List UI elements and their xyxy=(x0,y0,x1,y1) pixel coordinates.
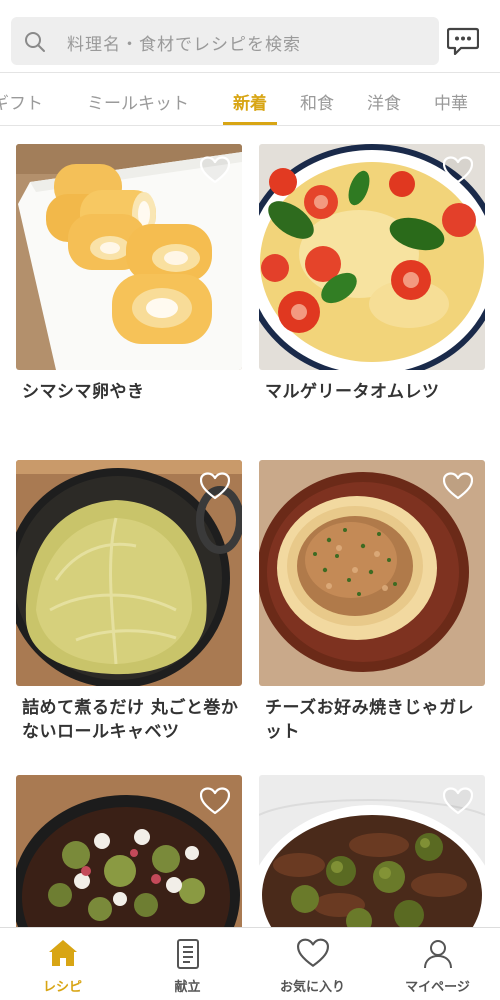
home-icon xyxy=(49,940,77,966)
favorite-heart-icon[interactable] xyxy=(443,787,473,815)
nav-mypage[interactable]: マイページ xyxy=(375,928,500,1000)
nav-favorites[interactable]: お気に入り xyxy=(250,928,375,1000)
recipe-image[interactable] xyxy=(259,460,485,686)
tab-japanese[interactable]: 和食 xyxy=(300,89,334,114)
favorite-heart-icon[interactable] xyxy=(443,156,473,184)
favorite-heart-icon[interactable] xyxy=(443,472,473,500)
chat-icon[interactable] xyxy=(447,27,479,55)
search-input[interactable]: 料理名・食材でレシピを検索 xyxy=(11,17,439,65)
search-icon xyxy=(25,32,45,52)
nav-label: 献立 xyxy=(174,980,201,995)
menu-notebook-icon xyxy=(177,939,199,969)
tab-new[interactable]: 新着 xyxy=(233,89,267,114)
recipe-title[interactable]: シマシマ卵やき xyxy=(22,380,242,404)
favorite-heart-icon[interactable] xyxy=(200,156,230,184)
tab-western[interactable]: 洋食 xyxy=(367,89,401,114)
nav-recipes[interactable]: レシピ xyxy=(0,928,125,1000)
recipe-image[interactable] xyxy=(16,144,242,370)
search-placeholder: 料理名・食材でレシピを検索 xyxy=(67,35,301,55)
recipe-image[interactable] xyxy=(16,460,242,686)
favorite-heart-icon[interactable] xyxy=(200,472,230,500)
category-tabs: ギフト ミールキット 新着 和食 洋食 中華 xyxy=(0,72,500,126)
tab-meal-kit[interactable]: ミールキット xyxy=(87,89,189,114)
bottom-navigation: レシピ 献立 お気に入り マイページ xyxy=(0,927,500,1000)
nav-label: マイページ xyxy=(405,980,470,995)
header: 料理名・食材でレシピを検索 xyxy=(0,0,500,72)
nav-label: レシピ xyxy=(42,980,82,995)
heart-icon xyxy=(297,938,329,967)
tab-chinese[interactable]: 中華 xyxy=(434,89,468,114)
active-tab-indicator xyxy=(223,122,277,125)
tab-gift[interactable]: ギフト xyxy=(0,89,43,114)
person-icon xyxy=(424,940,452,969)
recipe-title[interactable]: マルゲリータオムレツ xyxy=(265,380,485,404)
nav-menu[interactable]: 献立 xyxy=(125,928,250,1000)
recipe-image[interactable] xyxy=(259,144,485,370)
nav-label: お気に入り xyxy=(279,980,345,995)
recipe-title[interactable]: チーズお好み焼きじゃガレット xyxy=(265,696,485,744)
favorite-heart-icon[interactable] xyxy=(200,787,230,815)
recipe-title[interactable]: 詰めて煮るだけ 丸ごと巻かないロールキャベツ xyxy=(22,696,242,744)
